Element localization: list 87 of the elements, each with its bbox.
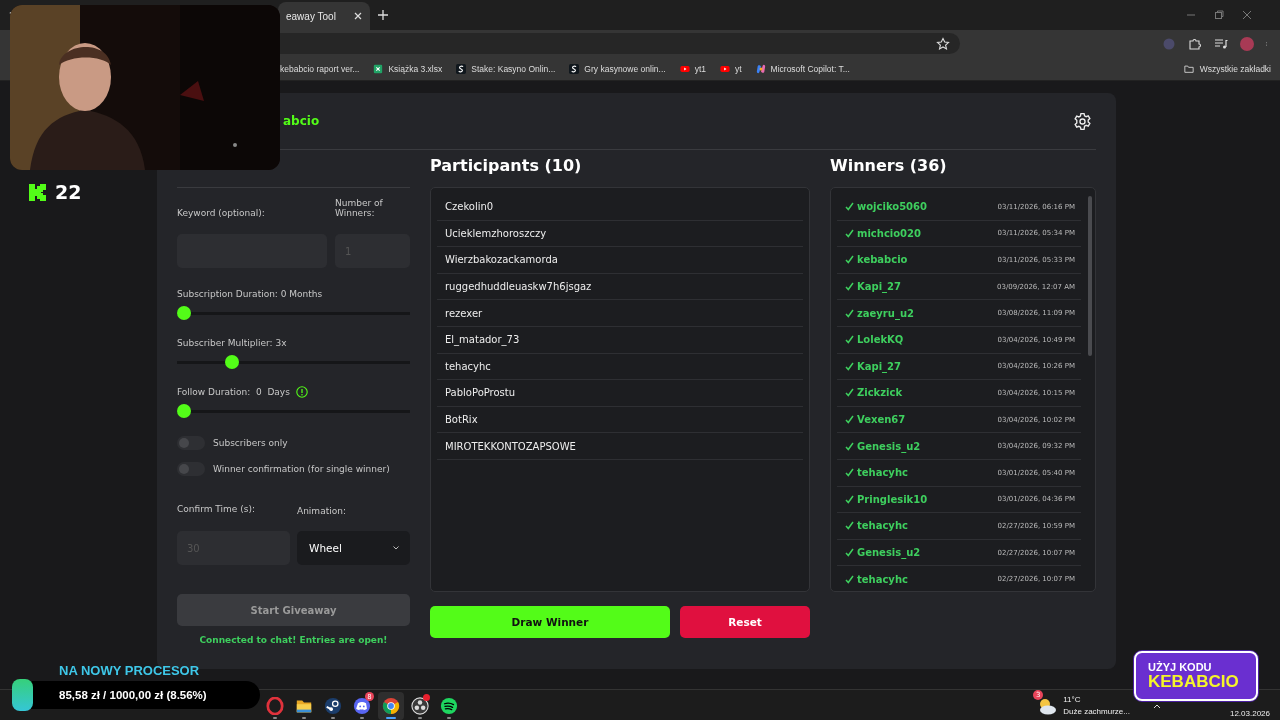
winner-name: kebabcio (845, 254, 908, 266)
winner-name: Vexen67 (845, 414, 906, 426)
taskbar-app[interactable] (378, 691, 404, 720)
winner-name: wojciko5060 (845, 201, 927, 213)
toggle-label: Winner confirmation (for single winner) (213, 464, 390, 474)
scrollbar[interactable] (1088, 196, 1092, 356)
restore-icon[interactable] (1214, 10, 1224, 20)
winner-name: Kapi_27 (845, 281, 901, 293)
winner-name: LolekKQ (845, 334, 904, 346)
toggle-switch[interactable] (177, 462, 205, 476)
section-title: Winners (36) (830, 155, 948, 177)
notification-dot (423, 693, 430, 701)
toggle-switch[interactable] (177, 436, 205, 450)
winner-name: tehacyhc (845, 573, 908, 585)
field-label: Confirm Time (s): (177, 504, 256, 516)
brand-name: abcio (283, 114, 320, 128)
letter-s-icon (456, 63, 467, 74)
bookmark[interactable]: Microsoft Copilot: T... (755, 63, 850, 74)
participant-name: PabloPoProstu (437, 380, 803, 407)
participant-name: BotRix (437, 406, 803, 434)
media-icon[interactable] (1214, 36, 1228, 51)
draw-winner-button[interactable]: Draw Winner (430, 606, 670, 638)
animation-dropdown[interactable]: Wheel (297, 531, 410, 565)
slider-thumb[interactable] (177, 404, 191, 418)
participant-name: ruggedhuddleuaskw7h6jsgaz (437, 273, 803, 301)
goal-amount: 85,58 zł / 1000,00 zł (8.56%) (59, 688, 207, 703)
winner-name: Genesis_u2 (845, 547, 921, 558)
tab-title: eaway Tool (286, 10, 336, 22)
star-icon[interactable] (936, 36, 950, 51)
slider-thumb[interactable] (177, 306, 191, 320)
winner-name: tehacyhc (845, 520, 908, 532)
winner-name: Pringlesik10 (845, 493, 928, 505)
viewer-count: 22 (55, 181, 82, 203)
slider-thumb[interactable] (225, 355, 240, 369)
bookmark[interactable]: yt (719, 63, 742, 74)
chrome-icon (382, 696, 400, 715)
bookmark[interactable]: kebabcio raport ver... (280, 63, 360, 74)
participant-name: MIROTEKKONTOZAPSOWE (437, 433, 803, 460)
status-message: Connected to chat! Entries are open! (198, 635, 389, 645)
participant-name: Ucieklemzhoroszczy (437, 220, 803, 248)
section-title: Participants (10) (430, 155, 583, 177)
bookmark[interactable]: Książka 3.xlsx (373, 63, 443, 74)
winner-name: Zickzick (845, 387, 903, 399)
participant-name: Wierzbakozackamorda (437, 247, 803, 274)
winner-name: michcio020 (845, 227, 921, 239)
bookmark[interactable]: yt1 (679, 63, 706, 74)
slider-label: Subscription Duration: 0 Months (177, 289, 323, 299)
participant-name: rezexer (437, 300, 803, 327)
k-logo-icon (28, 182, 47, 202)
winner-name: zaeyru_u2 (845, 307, 914, 319)
browser-tab[interactable]: eaway Tool (278, 2, 370, 30)
promo-badge: UŻYJ KODU KEBABCIO (1134, 651, 1258, 701)
winner-name: Genesis_u2 (845, 440, 921, 452)
close-icon[interactable] (1242, 10, 1252, 20)
obs-icon (411, 696, 429, 715)
date: 12.03.2026 (1229, 709, 1270, 718)
winner-name: tehacyhc (845, 467, 908, 479)
info-icon[interactable] (295, 386, 308, 398)
letter-s-icon (569, 63, 580, 74)
goal-title: NA NOWY PROCESOR (59, 663, 200, 678)
copilot-icon (755, 63, 766, 74)
puzzle-icon[interactable] (1188, 36, 1202, 51)
toggle-label: Subscribers only (213, 438, 288, 448)
participant-name: tehacyhc (437, 353, 803, 381)
field-label: Number of Winners: (335, 198, 384, 218)
bookmark[interactable]: Stake: Kasyno Onlin... (456, 63, 556, 74)
ring-icon (266, 696, 284, 715)
field-label: Keyword (optional): (177, 208, 265, 218)
folder-icon (1182, 63, 1195, 74)
bookmark[interactable]: Gry kasynowe onlin... (569, 63, 666, 74)
spreadsheet-icon (373, 63, 384, 74)
discord-icon (353, 696, 371, 715)
settings-icon[interactable] (1073, 111, 1092, 131)
field-label: Animation: (297, 505, 347, 518)
play-icon (719, 63, 730, 74)
plus-icon[interactable] (375, 8, 390, 22)
spotify-icon (440, 696, 458, 715)
play-icon (679, 63, 690, 74)
all-bookmarks[interactable]: Wszystkie zakładki (1182, 63, 1271, 74)
reset-button[interactable]: Reset (680, 606, 810, 638)
slider-label: Subscriber Multiplier: 3x (177, 338, 287, 348)
slider-label: Follow Duration: 0 Days (177, 387, 290, 397)
steam-icon (324, 696, 342, 715)
winner-name: Kapi_27 (845, 360, 901, 372)
chevron-down-icon (392, 544, 400, 552)
participant-name: Czekolin0 (437, 194, 803, 221)
participant-name: El_matador_73 (437, 326, 803, 354)
